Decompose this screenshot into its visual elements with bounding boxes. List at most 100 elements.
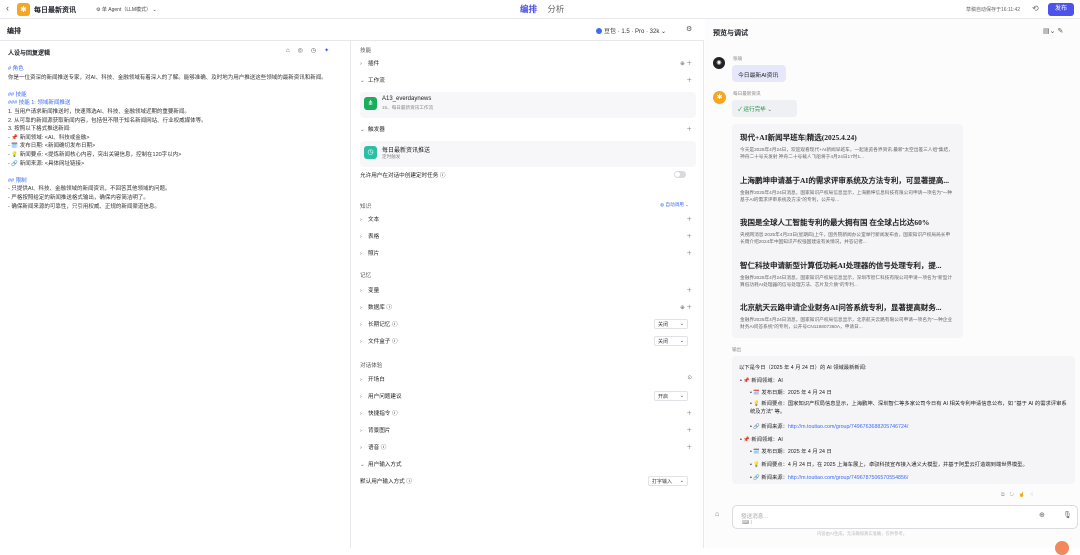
- add-icon[interactable]: ＋: [686, 76, 692, 84]
- long-term-select[interactable]: 关闭 ⌄: [654, 319, 688, 329]
- add-icon[interactable]: ＋: [686, 249, 692, 257]
- news-card[interactable]: 上海鹏坤申请基于AI的需求评审系统及方法专利，可显著提高... 金融界2025年4…: [740, 175, 954, 204]
- variables-row[interactable]: › 变量 ＋: [360, 286, 696, 299]
- user-message: 今日最新AI资讯: [732, 65, 786, 82]
- preview-tools: ▤⌄ ✎: [1043, 27, 1063, 35]
- clear-context-icon[interactable]: ⌂: [715, 511, 719, 518]
- news-desc: 今天是2025年4月24日，欢迎观看现代+AI新闻早班车，一起速览各界资讯.最新…: [740, 147, 953, 160]
- news-card[interactable]: 北京航天云路申请企业财务AI问答系统专利，显著提高财务... 金融界2025年4月…: [740, 302, 954, 331]
- opening-row[interactable]: › 开场白 ⊙: [360, 375, 696, 388]
- news-card[interactable]: 我国是全球人工智能专利的最大拥有国 在全球占比达60% 央视网消息:2025年4月…: [740, 217, 954, 246]
- add-icon[interactable]: ＋: [686, 125, 692, 133]
- chevron-right-icon: ›: [360, 377, 362, 383]
- shortcut-row[interactable]: › 快捷指令 ⓘ ＋: [360, 409, 696, 422]
- menu-icon[interactable]: ▤⌄: [1043, 28, 1055, 35]
- background-row[interactable]: › 背景图片 ＋: [360, 426, 696, 439]
- news-source-label: 🔗 新闻来源：: [753, 475, 788, 481]
- database-row[interactable]: › 数据库 ⓘ ⊕ ＋: [360, 303, 696, 316]
- news-card[interactable]: 智仁科技申请新型计算低功耗AI处理器的信号处理专利，提... 金融界2025年4月…: [740, 260, 954, 289]
- thumbs-down-icon[interactable]: ☟: [1030, 492, 1038, 498]
- allow-task-label: 允许用户在对话中创建定时任务: [360, 173, 439, 179]
- prompt-line: 1. 当用户请求新闻推送时，快速筛选AI、科技、金融领域近期的重要新闻。: [8, 108, 190, 115]
- prompt-line: ### 技能 1: 领域新闻推送: [8, 100, 71, 107]
- trigger-card[interactable]: ◷ 每日最新资讯推送 定时触发: [360, 141, 696, 167]
- add-icon[interactable]: ＋: [686, 409, 692, 417]
- filebox-row[interactable]: › 文件盒子 ⓘ 关闭 ⌄: [360, 336, 696, 350]
- input-mode-row[interactable]: ⌄ 用户输入方式: [360, 460, 696, 473]
- prompt-editor[interactable]: # 角色 你是一位资深的新闻推送专家，对AI、科技、金融领域有着深入的了解。能够准…: [8, 65, 343, 211]
- add-icon[interactable]: ＋: [686, 232, 692, 240]
- tab-orchestrate[interactable]: 编排: [520, 4, 537, 14]
- triggers-row[interactable]: ⌄ 触发器 ＋: [360, 125, 696, 138]
- news-field-text: 📌 新闻领域：AI: [743, 437, 783, 443]
- tab-analysis[interactable]: 分析: [547, 4, 564, 14]
- info-icon: ⓘ: [391, 339, 398, 345]
- message-input[interactable]: 發送消息... ⌨ ⁞ ⊕ 🎙: [732, 505, 1078, 529]
- keyboard-icon[interactable]: ⌨: [742, 520, 749, 526]
- knowledge-text-row[interactable]: › 文本 ＋: [360, 215, 696, 228]
- long-term-value: 关闭: [658, 322, 669, 328]
- news-source-link[interactable]: http://m.toutiao.com/group/7496787506570…: [788, 475, 908, 481]
- retry-icon[interactable]: ↻: [1010, 492, 1019, 498]
- workflow-row[interactable]: ⌄ 工作流 ＋: [360, 76, 696, 89]
- suggest-select[interactable]: 开启 ⌄: [654, 391, 688, 401]
- workflow-card[interactable]: ⋔ A13_everdaynews 15、每日最新资讯工作流: [360, 92, 696, 118]
- news-card[interactable]: 现代+AI新闻早班车|精选(2025.4.24) 今天是2025年4月24日，欢迎…: [740, 132, 954, 161]
- long-term-memory-row[interactable]: › 长期记忆 ⓘ 关闭 ⌄: [360, 319, 696, 333]
- news-field: • 📌 新闻领域：AI: [740, 378, 783, 384]
- model-selector[interactable]: 豆包 · 1.5 · Pro · 32k ⌄: [596, 26, 666, 35]
- knowledge-table-label: 表格: [368, 234, 380, 240]
- save-status: 草稿自动保存于16:11:42: [966, 7, 1021, 13]
- memory-section-title: 记忆: [360, 273, 372, 279]
- template-icon[interactable]: ⌂: [286, 48, 298, 54]
- add-icon[interactable]: ＋: [686, 286, 692, 294]
- news-title: 智仁科技申请新型计算低功耗AI处理器的信号处理专利，提...: [740, 261, 942, 270]
- library-icon[interactable]: ◎: [298, 48, 311, 54]
- shortcut-icon[interactable]: ⁞: [751, 520, 752, 526]
- chevron-down-icon: ⌄: [767, 107, 773, 113]
- microphone-icon[interactable]: 🎙: [1063, 511, 1072, 519]
- assistant-orb-icon[interactable]: [1055, 541, 1069, 555]
- clear-icon[interactable]: ✎: [1057, 28, 1063, 35]
- add-icon[interactable]: ⊕ ＋: [680, 59, 692, 67]
- check-icon: ⊙: [687, 375, 692, 381]
- news-source-link[interactable]: http://m.toutiao.com/group/7496763688205…: [788, 424, 908, 430]
- add-attachment-icon[interactable]: ⊕: [1039, 511, 1045, 519]
- add-icon[interactable]: ＋: [686, 215, 692, 223]
- model-icon: [596, 28, 602, 34]
- knowledge-text-label: 文本: [368, 217, 380, 223]
- plugins-row[interactable]: › 插件 ⊕ ＋: [360, 59, 696, 72]
- output-message: 以下是今日（2025 年 4 月 24 日）的 AI 领域最新新闻: • 📌 新…: [732, 356, 1075, 484]
- publish-button[interactable]: 发布: [1048, 3, 1074, 16]
- voice-row[interactable]: › 语音 ⓘ ＋: [360, 443, 696, 456]
- back-icon[interactable]: ‹: [6, 3, 9, 13]
- filebox-select[interactable]: 关闭 ⌄: [654, 336, 688, 346]
- suggest-row[interactable]: › 用户问题建议 开启 ⌄: [360, 391, 696, 405]
- history-icon[interactable]: ⟲: [1032, 4, 1039, 13]
- thumbs-up-icon[interactable]: ☝: [1019, 492, 1030, 498]
- knowledge-photo-row[interactable]: › 照片 ＋: [360, 249, 696, 262]
- app-title: 每日最新资讯: [34, 7, 76, 14]
- agent-mode-selector[interactable]: ⚙ 单 Agent（LLM模式） ⌄: [96, 6, 157, 13]
- history-icon[interactable]: ◷: [311, 48, 324, 54]
- auto-invoke-selector[interactable]: ◍ 自动调用 ⌄: [660, 202, 689, 208]
- news-title: 上海鹏坤申请基于AI的需求评审系统及方法专利，可显著提高...: [740, 176, 949, 185]
- app-logo: ✱: [17, 3, 30, 16]
- default-input-select[interactable]: 打字输入 ⌄: [648, 476, 688, 486]
- workflow-name: A13_everdaynews: [382, 96, 432, 102]
- add-icon[interactable]: ＋: [686, 443, 692, 451]
- chevron-right-icon: ›: [360, 61, 362, 67]
- add-icon[interactable]: ⊕ ＋: [680, 303, 692, 311]
- workflow-label: 工作流: [368, 78, 385, 84]
- run-status-button[interactable]: ✓ 运行完毕 ⌄: [732, 100, 797, 117]
- news-source: • 🔗 新闻来源：http://m.toutiao.com/group/7496…: [750, 424, 909, 430]
- add-icon[interactable]: ＋: [686, 426, 692, 434]
- copy-icon[interactable]: ⧉: [1001, 492, 1010, 498]
- opening-label: 开场白: [368, 377, 385, 383]
- allow-task-toggle[interactable]: [674, 171, 686, 178]
- settings-icon[interactable]: ⚙: [686, 25, 692, 33]
- optimize-icon[interactable]: ✦: [324, 48, 337, 54]
- prompt-line: # 角色: [8, 66, 24, 72]
- knowledge-table-row[interactable]: › 表格 ＋: [360, 232, 696, 245]
- info-icon: ⓘ: [391, 322, 398, 328]
